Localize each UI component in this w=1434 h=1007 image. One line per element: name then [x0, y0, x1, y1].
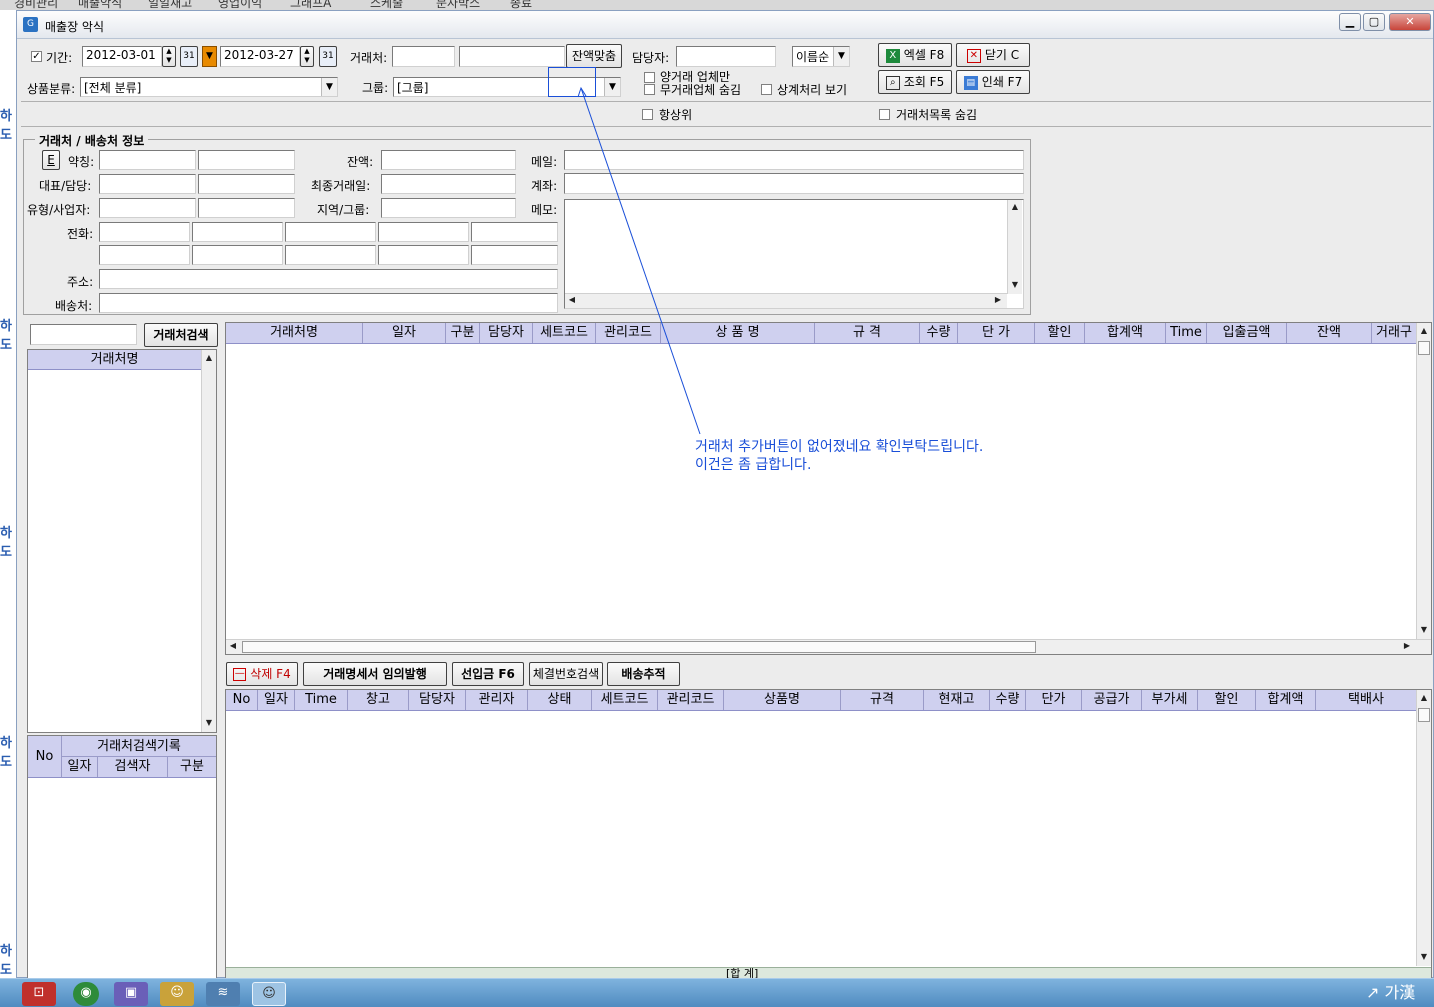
annotation-note: 거래처 추가버튼이 없어졌네요 확인부탁드립니다. 이건은 좀 급합니다.: [695, 438, 983, 474]
ime-label: 가漢: [1384, 983, 1416, 1002]
app-icon-green[interactable]: ◉: [73, 982, 99, 1006]
ime-indicator[interactable]: ↗ 가漢: [1366, 982, 1434, 1006]
app-icon-folder[interactable]: ☺: [160, 982, 194, 1006]
app-icon-window[interactable]: ▣: [114, 982, 148, 1006]
annotation-line: 이건은 좀 급합니다.: [695, 457, 812, 473]
app-icon-red[interactable]: ⊡: [22, 982, 56, 1006]
annotation-arrow: [577, 86, 701, 435]
language-icon: ↗: [1366, 983, 1380, 1002]
app-icon-erp[interactable]: ≋: [206, 982, 240, 1006]
taskbar: ⊡ ◉ ▣ ☺ ≋ ☺ ↗ 가漢: [0, 978, 1434, 1007]
annotation-line: 거래처 추가버튼이 없어졌네요 확인부탁드립니다.: [695, 439, 984, 455]
app-icon-active[interactable]: ☺: [252, 982, 286, 1006]
